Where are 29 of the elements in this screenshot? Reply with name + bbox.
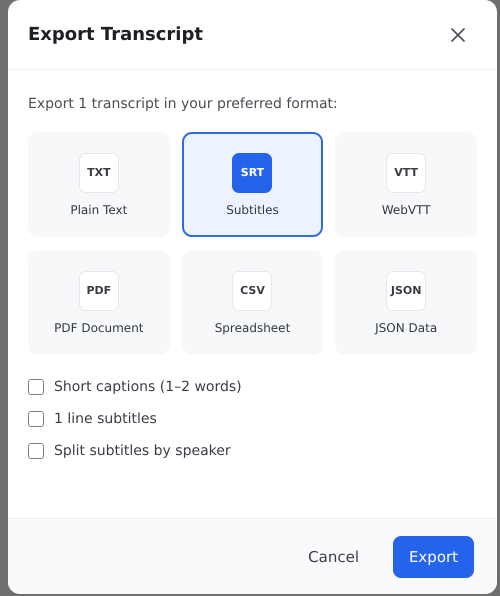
intro-text: Export 1 transcript in your preferred format: [28,96,339,112]
format-option[interactable]: PDF PDF Document [28,250,170,355]
format-option[interactable]: CSV Spreadsheet [182,250,324,355]
checkbox[interactable] [28,443,44,459]
format-badge: PDF [78,270,119,310]
cancel-button[interactable]: Cancel [304,540,363,574]
format-badge: CSV [232,270,272,310]
format-badge: SRT [232,152,272,192]
format-label: Plain Text [70,202,128,216]
dialog-title: Export Transcript [28,24,203,45]
format-badge: TXT [78,152,119,192]
option-label: Short captions (1–2 words) [54,379,242,395]
checkbox[interactable] [28,411,44,427]
format-label: PDF Document [54,320,144,334]
format-label: JSON Data [375,320,438,334]
format-option[interactable]: VTT WebVTT [335,132,477,237]
option-label: Split subtitles by speaker [54,443,231,459]
format-label: WebVTT [382,202,431,216]
format-option[interactable]: JSON JSON Data [335,250,477,355]
format-label: Subtitles [226,202,279,216]
format-option[interactable]: TXT Plain Text [28,132,170,237]
format-label: Spreadsheet [214,320,290,334]
format-badge: VTT [386,152,426,192]
checkbox[interactable] [28,379,44,395]
format-option[interactable]: SRT Subtitles [182,132,324,237]
export-button[interactable]: Export [393,536,474,578]
option-label: 1 line subtitles [54,411,157,427]
format-badge: JSON [386,270,426,310]
close-icon [451,28,465,42]
